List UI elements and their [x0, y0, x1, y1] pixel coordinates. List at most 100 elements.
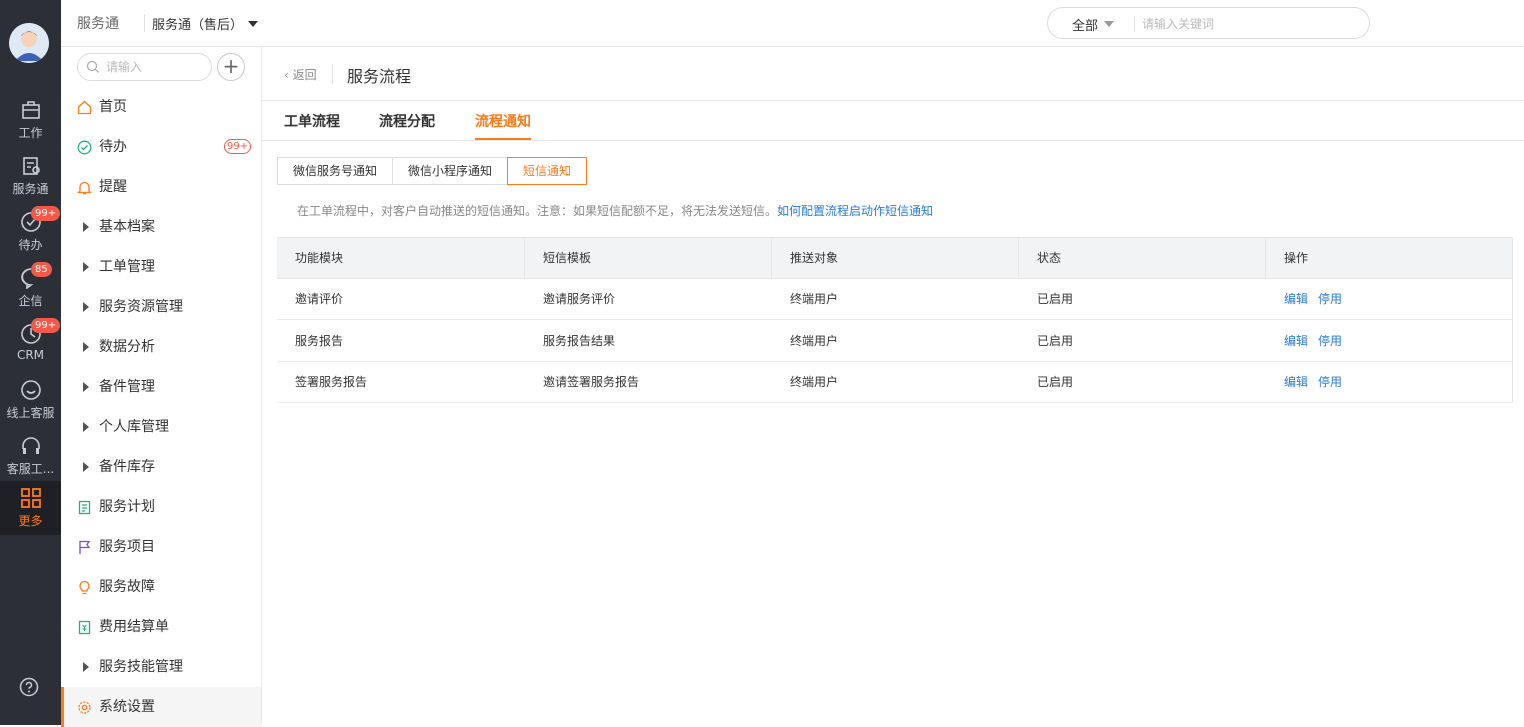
menu-item-label: 备件库存 [99, 459, 155, 475]
user-avatar[interactable] [9, 23, 49, 63]
add-button[interactable]: + [217, 53, 245, 81]
cell-target: 终端用户 [790, 292, 839, 306]
column-header: 短信模板 [525, 238, 772, 278]
global-search-input[interactable] [1142, 14, 1352, 34]
caret-down-icon[interactable] [1104, 21, 1114, 27]
menu-item-service-fault[interactable]: 服务故障 [61, 567, 261, 607]
tab-bar: 工单流程 流程分配 流程通知 [262, 101, 1524, 141]
bill-icon [78, 620, 91, 635]
rail-item-agent[interactable]: 客服工... [0, 429, 61, 483]
rail-item-crm[interactable]: CRM 99+ [0, 317, 61, 371]
table-row: 服务报告 服务报告结果 终端用户 已启用 编辑 停用 [277, 321, 1513, 362]
menu-item-resource-mgmt[interactable]: 服务资源管理 [61, 287, 261, 327]
menu-item-basic-files[interactable]: 基本档案 [61, 207, 261, 247]
sms-tip: 在工单流程中，对客户自动推送的短信通知。注意：如果短信配额不足，将无法发送短信。… [297, 202, 933, 219]
table-row: 签署服务报告 邀请签署服务报告 终端用户 已启用 编辑 停用 [277, 362, 1513, 403]
menu-item-parts-inventory[interactable]: 备件库存 [61, 447, 261, 487]
rail-item-service[interactable]: 服务通 [0, 149, 61, 203]
main-content: ‹ 返回 服务流程 工单流程 流程分配 流程通知 微信服务号通知 微信小程序通知… [262, 47, 1524, 725]
rail-label: 客服工... [6, 462, 55, 476]
caret-right-icon [83, 462, 89, 472]
headset-icon [21, 437, 40, 454]
caret-right-icon [83, 302, 89, 312]
bell-icon [77, 181, 92, 195]
column-header: 推送对象 [772, 238, 1019, 278]
divider [332, 64, 333, 84]
disable-link[interactable]: 停用 [1318, 279, 1342, 319]
rail-item-todo[interactable]: 待办 99+ [0, 205, 61, 259]
back-label: 返回 [292, 68, 317, 82]
app-brand: 服务通 [77, 16, 119, 32]
rail-label: 更多 [18, 514, 43, 528]
menu-item-label: 服务项目 [99, 539, 155, 555]
table-header: 功能模块 短信模板 推送对象 状态 操作 [277, 237, 1513, 279]
menu-item-personal-stock[interactable]: 个人库管理 [61, 407, 261, 447]
menu-search-input[interactable] [106, 59, 206, 75]
menu-item-label: 提醒 [99, 179, 127, 195]
cell-module: 服务报告 [295, 334, 344, 348]
edit-link[interactable]: 编辑 [1284, 321, 1308, 361]
cell-status: 已启用 [1037, 375, 1074, 389]
caret-down-icon[interactable] [248, 21, 258, 27]
menu-item-label: 基本档案 [99, 219, 155, 235]
menu-item-settlement[interactable]: 费用结算单 [61, 607, 261, 647]
tab-flow-assignment[interactable]: 流程分配 [379, 111, 435, 131]
menu-item-home[interactable]: 首页 [61, 87, 261, 127]
top-bar: 服务通 服务通（售后） 全部 [61, 0, 1524, 47]
cell-template: 邀请签署服务报告 [543, 375, 640, 389]
menu-item-label: 服务故障 [99, 579, 155, 595]
page-header: ‹ 返回 服务流程 [262, 47, 1524, 101]
subtab-wechat-official[interactable]: 微信服务号通知 [277, 157, 393, 185]
menu-item-label: 系统设置 [99, 699, 155, 715]
disable-link[interactable]: 停用 [1318, 321, 1342, 361]
rail-item-online-service[interactable]: 线上客服 [0, 373, 61, 427]
table-border [1512, 237, 1513, 402]
caret-right-icon [83, 382, 89, 392]
menu-item-parts-mgmt[interactable]: 备件管理 [61, 367, 261, 407]
rail-item-chat[interactable]: 企信 85 [0, 261, 61, 315]
subtab-sms[interactable]: 短信通知 [507, 157, 587, 185]
cell-template: 服务报告结果 [543, 334, 616, 348]
gear-icon [78, 701, 91, 714]
search-scope-select[interactable]: 全部 [1072, 15, 1098, 34]
edit-link[interactable]: 编辑 [1284, 362, 1308, 402]
tab-flow-notification[interactable]: 流程通知 [475, 111, 531, 131]
config-help-link[interactable]: 如何配置流程启动作短信通知 [777, 204, 933, 218]
rail-item-more[interactable]: 更多 [0, 481, 61, 535]
disable-link[interactable]: 停用 [1318, 362, 1342, 402]
check-circle-icon [77, 140, 92, 155]
menu-item-label: 服务技能管理 [99, 659, 183, 675]
menu-item-service-project[interactable]: 服务项目 [61, 527, 261, 567]
menu-item-label: 个人库管理 [99, 419, 169, 435]
rail-item-work[interactable]: 工作 [0, 93, 61, 147]
table-row: 邀请评价 邀请服务评价 终端用户 已启用 编辑 停用 [277, 279, 1513, 320]
back-link[interactable]: ‹ 返回 [284, 66, 317, 83]
menu-item-todo[interactable]: 待办 99+ [61, 127, 261, 167]
caret-right-icon [83, 262, 89, 272]
tab-ticket-flow[interactable]: 工单流程 [284, 111, 340, 131]
edit-link[interactable]: 编辑 [1284, 279, 1308, 319]
help-icon[interactable] [19, 677, 39, 697]
menu-item-analytics[interactable]: 数据分析 [61, 327, 261, 367]
menu-item-system-settings[interactable]: 系统设置 [61, 687, 261, 727]
flag-icon [79, 540, 91, 554]
app-selector[interactable]: 服务通（售后） [152, 14, 243, 33]
global-search: 全部 [1047, 7, 1370, 39]
grid-icon [20, 488, 41, 508]
menu-item-ticket-mgmt[interactable]: 工单管理 [61, 247, 261, 287]
menu-item-label: 首页 [99, 99, 127, 115]
menu-item-label: 数据分析 [99, 339, 155, 355]
service-icon [22, 157, 40, 175]
menu-item-skill-mgmt[interactable]: 服务技能管理 [61, 647, 261, 687]
column-header: 功能模块 [277, 238, 525, 278]
divider [144, 14, 145, 32]
caret-right-icon [83, 662, 89, 672]
menu-item-reminder[interactable]: 提醒 [61, 167, 261, 207]
caret-right-icon [83, 342, 89, 352]
rail-label: 线上客服 [6, 406, 55, 420]
menu-item-service-plan[interactable]: 服务计划 [61, 487, 261, 527]
rail-label: 企信 [18, 294, 43, 308]
app-rail: 工作 服务通 待办 99+ 企信 85 CRM 99+ 线上客服 客服工... … [0, 0, 61, 725]
menu-item-label: 服务计划 [99, 499, 155, 515]
subtab-wechat-miniprogram[interactable]: 微信小程序通知 [392, 157, 508, 185]
